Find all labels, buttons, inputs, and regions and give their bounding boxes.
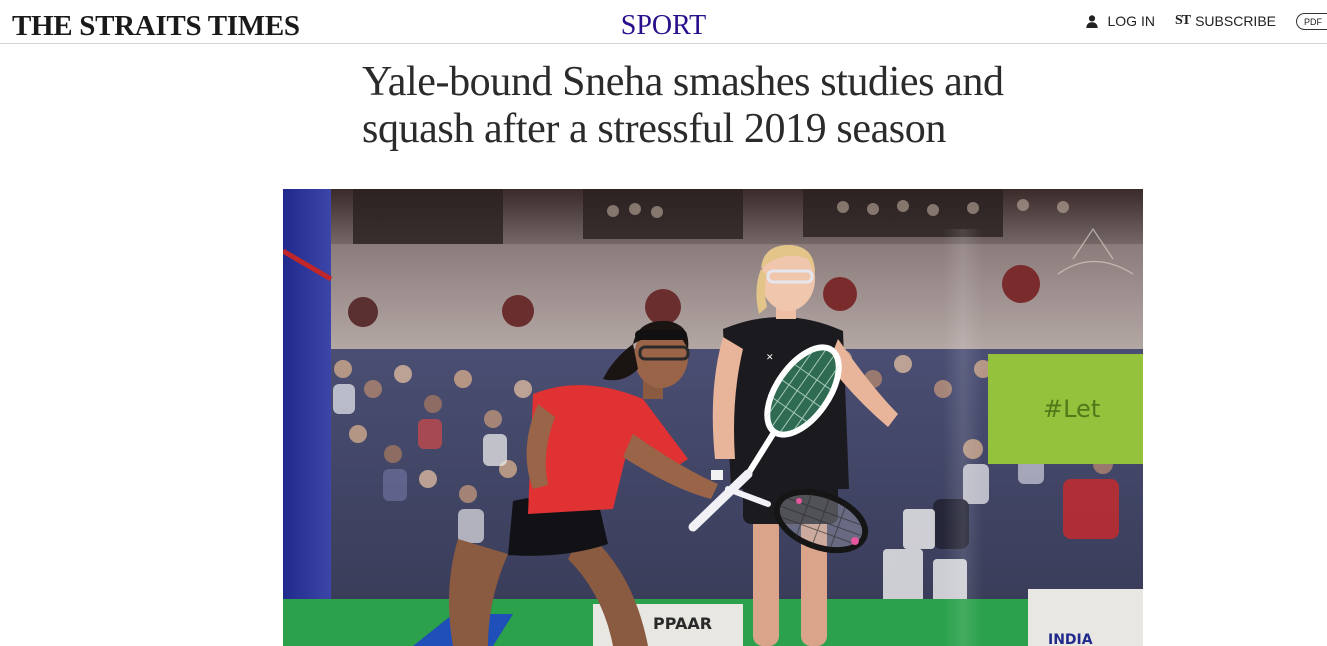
pdf-button[interactable]: PDF: [1296, 12, 1327, 30]
user-icon: [1086, 14, 1099, 28]
article-headline: Yale-bound Sneha smashes studies and squ…: [362, 59, 1082, 153]
headline-line-2: squash after a stressful 2019 season: [362, 106, 946, 152]
board-text: PPAAR: [653, 614, 712, 633]
pdf-label: PDF: [1296, 12, 1327, 30]
st-logo-icon: ST: [1174, 13, 1191, 28]
header-actions: LOG IN ST SUBSCRIBE PDF: [1086, 12, 1327, 30]
svg-text:✕: ✕: [766, 353, 774, 363]
article-hero-photo[interactable]: #Let PPAAR INDIA ✕: [283, 189, 1143, 646]
green-banner: #Let: [988, 354, 1143, 464]
section-title[interactable]: SPORT: [621, 10, 706, 41]
top-navigation-bar: THE STRAITS TIMES SPORT LOG IN ST SUBSCR…: [0, 0, 1327, 44]
subscribe-label: SUBSCRIBE: [1195, 13, 1276, 29]
headline-line-1: Yale-bound Sneha smashes studies and: [362, 59, 1004, 105]
glass-reflection: [943, 229, 983, 646]
banner-text: #Let: [1043, 395, 1100, 423]
squash-match-illustration: #Let PPAAR INDIA ✕: [283, 189, 1143, 646]
login-button[interactable]: LOG IN: [1086, 13, 1155, 29]
site-logo[interactable]: THE STRAITS TIMES: [12, 9, 300, 43]
sponsor-text: INDIA: [1048, 632, 1093, 646]
login-label: LOG IN: [1107, 13, 1155, 29]
subscribe-button[interactable]: ST SUBSCRIBE: [1175, 13, 1276, 29]
